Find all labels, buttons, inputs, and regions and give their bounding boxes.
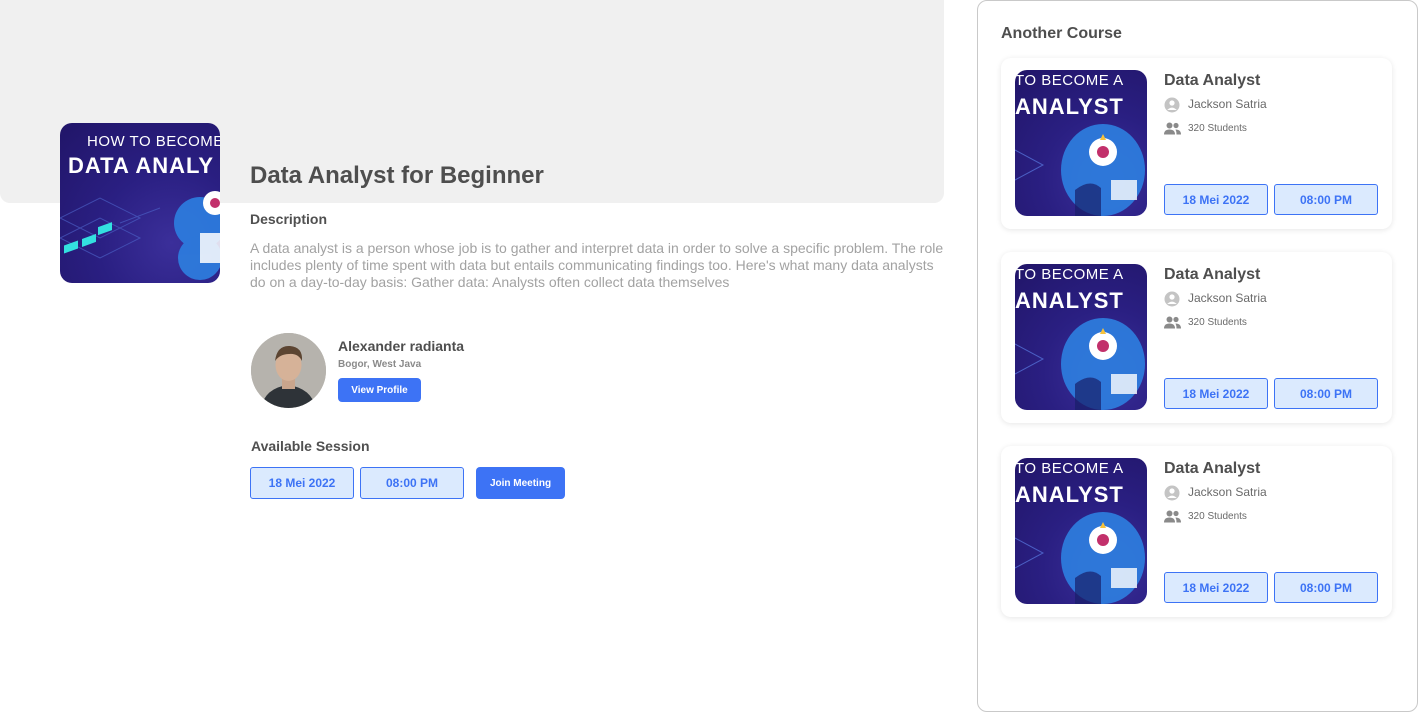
- course-card-cover: TO BECOME A ANALYST: [1015, 458, 1147, 604]
- card-time-pill[interactable]: 08:00 PM: [1274, 378, 1378, 409]
- card-cover-line2: ANALYST: [1015, 288, 1124, 313]
- description-text: A data analyst is a person whose job is …: [250, 240, 944, 290]
- join-meeting-button[interactable]: Join Meeting: [476, 467, 565, 499]
- card-title: Data Analyst: [1164, 460, 1261, 477]
- card-cover-line1: TO BECOME A: [1015, 266, 1124, 283]
- user-icon: [1164, 291, 1180, 307]
- students-icon: [1164, 510, 1181, 523]
- mentor-avatar: [251, 333, 326, 408]
- course-card-cover: TO BECOME A ANALYST: [1015, 70, 1147, 216]
- view-profile-button[interactable]: View Profile: [338, 378, 421, 402]
- card-author: Jackson Satria: [1188, 291, 1267, 305]
- card-author: Jackson Satria: [1188, 97, 1267, 111]
- cover-line2: DATA ANALY: [68, 153, 215, 178]
- card-title: Data Analyst: [1164, 72, 1261, 89]
- card-cover-line2: ANALYST: [1015, 482, 1124, 507]
- mentor-location: Bogor, West Java: [338, 359, 422, 370]
- card-date-pill[interactable]: 18 Mei 2022: [1164, 572, 1268, 603]
- page-title: Data Analyst for Beginner: [250, 162, 544, 189]
- course-card[interactable]: TO BECOME A ANALYST Data Analyst Jackson…: [1001, 252, 1392, 423]
- card-author: Jackson Satria: [1188, 485, 1267, 499]
- user-icon: [1164, 485, 1180, 501]
- session-date-pill[interactable]: 18 Mei 2022: [250, 467, 354, 499]
- card-students: 320 Students: [1188, 511, 1247, 522]
- card-time-pill[interactable]: 08:00 PM: [1274, 572, 1378, 603]
- students-icon: [1164, 316, 1181, 329]
- another-course-title: Another Course: [1001, 25, 1122, 42]
- card-cover-line1: TO BECOME A: [1015, 72, 1124, 89]
- available-session-label: Available Session: [251, 438, 370, 454]
- session-time-pill[interactable]: 08:00 PM: [360, 467, 464, 499]
- card-title: Data Analyst: [1164, 266, 1261, 283]
- card-date-pill[interactable]: 18 Mei 2022: [1164, 378, 1268, 409]
- card-date-pill[interactable]: 18 Mei 2022: [1164, 184, 1268, 215]
- mentor-name: Alexander radianta: [338, 338, 465, 354]
- card-cover-line1: TO BECOME A: [1015, 460, 1124, 477]
- user-icon: [1164, 97, 1180, 113]
- card-students: 320 Students: [1188, 317, 1247, 328]
- course-card[interactable]: TO BECOME A ANALYST Data Analyst Jackson…: [1001, 58, 1392, 229]
- card-time-pill[interactable]: 08:00 PM: [1274, 184, 1378, 215]
- course-card-cover: TO BECOME A ANALYST: [1015, 264, 1147, 410]
- description-label: Description: [250, 211, 328, 227]
- students-icon: [1164, 122, 1181, 135]
- card-students: 320 Students: [1188, 123, 1247, 134]
- cover-line1: HOW TO BECOME: [87, 133, 220, 150]
- course-cover-image: HOW TO BECOME DATA ANALY: [60, 123, 220, 283]
- card-cover-line2: ANALYST: [1015, 94, 1124, 119]
- course-card[interactable]: TO BECOME A ANALYST Data Analyst Jackson…: [1001, 446, 1392, 617]
